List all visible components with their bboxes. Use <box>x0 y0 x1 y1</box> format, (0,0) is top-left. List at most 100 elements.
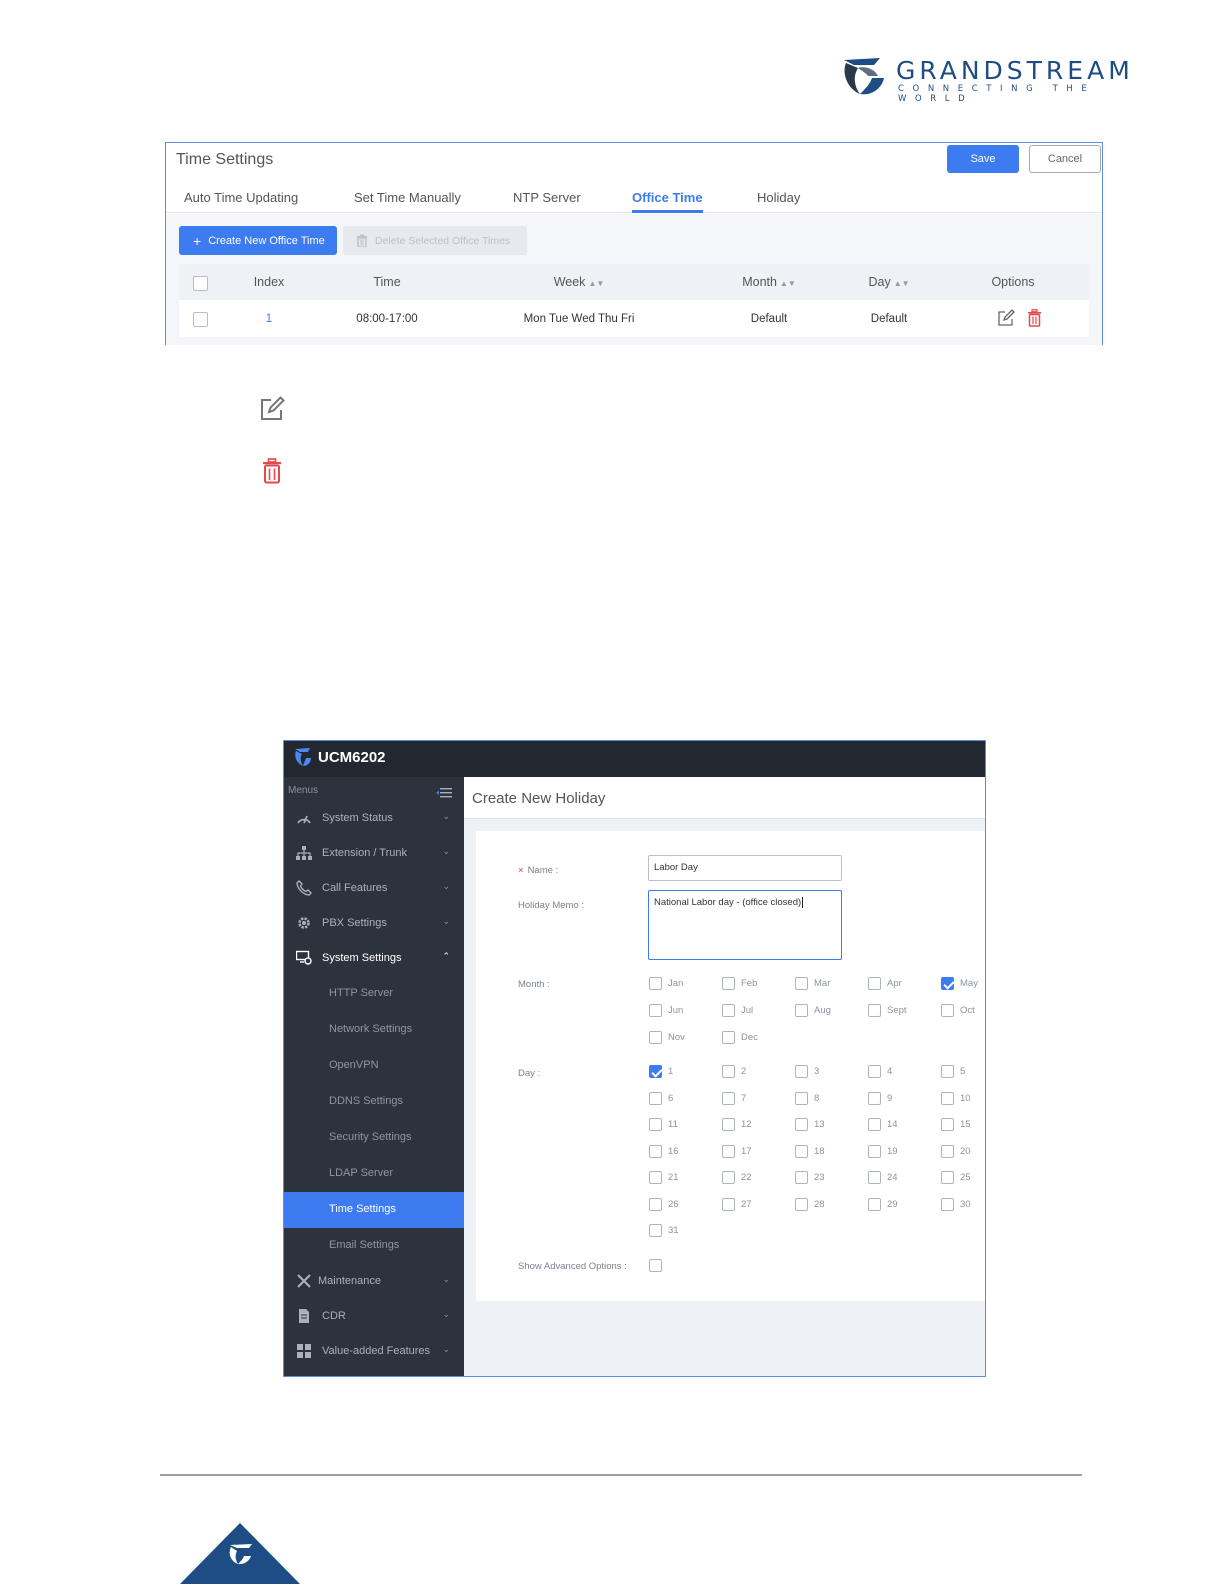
sidebar-subitem-ddns-settings[interactable]: DDNS Settings <box>284 1084 464 1120</box>
sidebar-subitem-label: Network Settings <box>329 1023 413 1035</box>
day-checkbox-11[interactable] <box>649 1118 662 1131</box>
month-checkbox-jun[interactable] <box>649 1004 662 1017</box>
day-checkbox-1[interactable] <box>649 1065 662 1078</box>
month-checkbox-aug[interactable] <box>795 1004 808 1017</box>
advanced-options-checkbox[interactable] <box>649 1259 662 1272</box>
content-header: Create New Holiday <box>464 777 985 819</box>
delete-selected-button[interactable]: Delete Selected Office Times <box>343 226 527 255</box>
month-checkbox-label: Apr <box>887 978 902 989</box>
col-month[interactable]: Month ▲▼ <box>742 275 796 289</box>
sidebar-subitem-ldap-server[interactable]: LDAP Server <box>284 1156 464 1192</box>
day-checkbox-15[interactable] <box>941 1118 954 1131</box>
day-checkbox-25[interactable] <box>941 1171 954 1184</box>
day-checkbox-label: 27 <box>741 1199 752 1210</box>
cancel-button[interactable]: Cancel <box>1029 145 1101 173</box>
month-checkbox-sept[interactable] <box>868 1004 881 1017</box>
day-checkbox-13[interactable] <box>795 1118 808 1131</box>
tab-office-time[interactable]: Office Time <box>632 190 703 213</box>
sidebar-item-system-status[interactable]: System Status ⌄ <box>284 802 464 836</box>
day-checkbox-6[interactable] <box>649 1092 662 1105</box>
sidebar-item-extension-trunk[interactable]: Extension / Trunk ⌄ <box>284 837 464 871</box>
day-checkbox-20[interactable] <box>941 1145 954 1158</box>
day-checkbox-10[interactable] <box>941 1092 954 1105</box>
chevron-down-icon: ⌄ <box>442 811 450 821</box>
day-checkbox-24[interactable] <box>868 1171 881 1184</box>
day-checkbox-16[interactable] <box>649 1145 662 1158</box>
sidebar-subitem-openvpn[interactable]: OpenVPN <box>284 1048 464 1084</box>
day-checkbox-label: 16 <box>668 1146 679 1157</box>
day-checkbox-27[interactable] <box>722 1198 735 1211</box>
sidebar-item-system-settings[interactable]: System Settings ⌃ <box>284 942 464 976</box>
row-checkbox[interactable] <box>193 312 208 327</box>
tab-auto-time-updating[interactable]: Auto Time Updating <box>184 190 298 205</box>
month-checkbox-oct[interactable] <box>941 1004 954 1017</box>
sidebar-item-label: PBX Settings <box>322 917 387 929</box>
sidebar-subitem-time-settings[interactable]: Time Settings <box>284 1192 464 1228</box>
month-checkbox-nov[interactable] <box>649 1031 662 1044</box>
month-checkbox-feb[interactable] <box>722 977 735 990</box>
sidebar-subitem-email-settings[interactable]: Email Settings <box>284 1228 464 1264</box>
edit-icon[interactable] <box>997 309 1015 327</box>
day-checkbox-31[interactable] <box>649 1224 662 1237</box>
sidebar-item-cdr[interactable]: CDR ⌄ <box>284 1300 464 1334</box>
month-checkbox-jul[interactable] <box>722 1004 735 1017</box>
day-checkbox-label: 9 <box>887 1093 893 1104</box>
day-checkbox-label: 4 <box>887 1066 893 1077</box>
col-day[interactable]: Day ▲▼ <box>868 275 909 289</box>
day-checkbox-28[interactable] <box>795 1198 808 1211</box>
day-checkbox-23[interactable] <box>795 1171 808 1184</box>
day-checkbox-9[interactable] <box>868 1092 881 1105</box>
day-checkbox-18[interactable] <box>795 1145 808 1158</box>
month-checkbox-mar[interactable] <box>795 977 808 990</box>
day-checkbox-3[interactable] <box>795 1065 808 1078</box>
plus-icon: + <box>193 232 202 249</box>
sidebar-subitem-security-settings[interactable]: Security Settings <box>284 1120 464 1156</box>
day-checkbox-5[interactable] <box>941 1065 954 1078</box>
sidebar-subitem-label: Time Settings <box>329 1203 396 1215</box>
menus-label: Menus <box>288 785 319 796</box>
month-checkbox-label: Aug <box>814 1005 831 1016</box>
select-all-checkbox[interactable] <box>193 276 208 291</box>
month-checkbox-label: Oct <box>960 1005 975 1016</box>
month-checkbox-dec[interactable] <box>722 1031 735 1044</box>
day-checkbox-14[interactable] <box>868 1118 881 1131</box>
sidebar-item-value-added-features[interactable]: Value-added Features ⌄ <box>284 1335 464 1369</box>
day-checkbox-7[interactable] <box>722 1092 735 1105</box>
day-checkbox-21[interactable] <box>649 1171 662 1184</box>
day-checkbox-30[interactable] <box>941 1198 954 1211</box>
month-checkbox-may[interactable] <box>941 977 954 990</box>
name-field[interactable]: Labor Day <box>648 855 842 881</box>
save-button[interactable]: Save <box>947 145 1019 173</box>
tab-holiday[interactable]: Holiday <box>757 190 800 205</box>
holiday-memo-field[interactable]: National Labor day - (office closed) <box>648 890 842 960</box>
month-checkbox-label: Jan <box>668 978 684 989</box>
day-checkbox-8[interactable] <box>795 1092 808 1105</box>
day-checkbox-label: 2 <box>741 1066 747 1077</box>
day-checkbox-29[interactable] <box>868 1198 881 1211</box>
tab-set-time-manually[interactable]: Set Time Manually <box>354 190 461 205</box>
sidebar-subitem-label: DDNS Settings <box>329 1095 403 1107</box>
day-checkbox-2[interactable] <box>722 1065 735 1078</box>
sidebar-item-maintenance[interactable]: Maintenance ⌄ <box>284 1265 464 1299</box>
sidebar-subitem-network-settings[interactable]: Network Settings <box>284 1012 464 1048</box>
sidebar-item-pbx-settings[interactable]: PBX Settings ⌄ <box>284 907 464 941</box>
sidebar-subitem-http-server[interactable]: HTTP Server <box>284 976 464 1012</box>
day-checkbox-19[interactable] <box>868 1145 881 1158</box>
sidebar-item-call-features[interactable]: Call Features ⌄ <box>284 872 464 906</box>
day-checkbox-22[interactable] <box>722 1171 735 1184</box>
month-checkbox-apr[interactable] <box>868 977 881 990</box>
day-checkbox-4[interactable] <box>868 1065 881 1078</box>
trash-icon <box>263 458 281 484</box>
day-checkbox-12[interactable] <box>722 1118 735 1131</box>
phone-icon <box>296 880 312 896</box>
day-checkbox-26[interactable] <box>649 1198 662 1211</box>
collapse-menu-icon[interactable] <box>436 787 452 798</box>
day-checkbox-17[interactable] <box>722 1145 735 1158</box>
tab-ntp-server[interactable]: NTP Server <box>513 190 581 205</box>
trash-icon[interactable] <box>1027 309 1042 327</box>
col-week[interactable]: Week ▲▼ <box>554 275 605 289</box>
month-checkbox-jan[interactable] <box>649 977 662 990</box>
create-office-time-button[interactable]: + Create New Office Time <box>179 226 337 255</box>
memo-label: Holiday Memo : <box>518 900 584 911</box>
row-index: 1 <box>265 313 273 325</box>
